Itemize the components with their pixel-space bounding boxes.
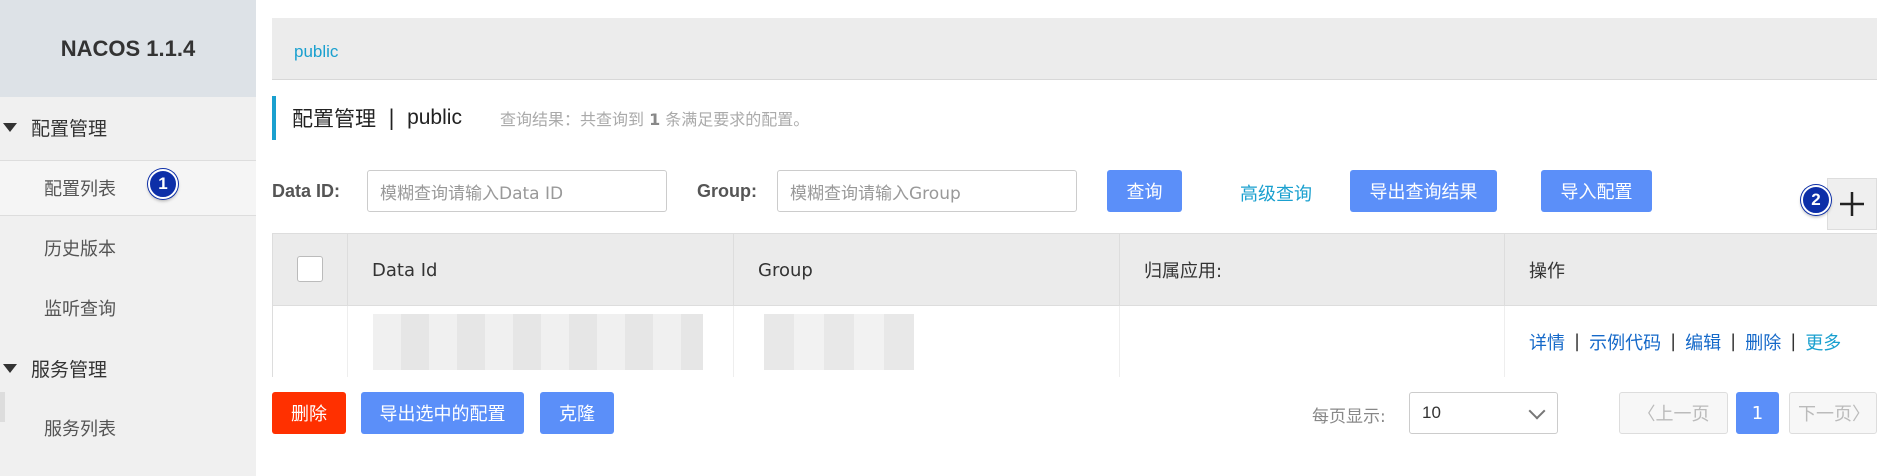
prev-page-label: 上一页 [1655, 404, 1710, 425]
title-namespace: public [407, 106, 462, 129]
action-more[interactable]: 更多 [1805, 329, 1841, 355]
step-badge-2: 2 [1801, 185, 1831, 215]
action-separator: | [1790, 331, 1797, 352]
action-edit[interactable]: 编辑 [1685, 329, 1721, 355]
sidebar: NACOS 1.1.4 配置管理 配置列表 历史版本 监听查询 服务管理 服务列… [0, 0, 256, 476]
data-id-input[interactable]: 模糊查询请输入Data ID [367, 170, 667, 212]
row-actions: 详情 | 示例代码 | 编辑 | 删除 | 更多 [1505, 306, 1841, 377]
action-detail[interactable]: 详情 [1529, 329, 1565, 355]
sidebar-item-listener-query[interactable]: 监听查询 [0, 280, 256, 336]
group-label: Group: [697, 181, 757, 201]
caret-down-icon [3, 363, 17, 373]
sidebar-item-config-list[interactable]: 配置列表 [0, 160, 256, 216]
next-page-label: 下一页 [1798, 404, 1852, 425]
caret-down-icon [3, 122, 17, 132]
action-sample-code[interactable]: 示例代码 [1589, 329, 1661, 355]
column-header-data-id: Data Id [348, 234, 734, 306]
row-select-cell [273, 306, 348, 377]
sidebar-group-label: 服务管理 [31, 358, 108, 381]
page-size-select[interactable]: 10 [1409, 392, 1558, 434]
select-all-cell [273, 234, 348, 306]
table-row: 详情 | 示例代码 | 编辑 | 删除 | 更多 [273, 306, 1877, 377]
namespace-bar: public [272, 18, 1877, 80]
chevron-down-icon [1528, 402, 1546, 420]
next-page-button[interactable]: 下一页 〉 [1789, 392, 1877, 434]
select-all-checkbox[interactable] [297, 256, 323, 282]
page-title-row: 配置管理 | public 查询结果：共查询到 1 条满足要求的配置。 [272, 96, 809, 140]
namespace-link-public[interactable]: public [294, 42, 338, 62]
export-results-button[interactable]: 导出查询结果 [1350, 170, 1497, 212]
summary-suffix: 条满足要求的配置。 [665, 110, 810, 129]
sidebar-group-label: 配置管理 [31, 117, 108, 140]
page-1-button[interactable]: 1 [1736, 392, 1779, 434]
brand-title: NACOS 1.1.4 [0, 0, 256, 97]
redacted-group [764, 314, 914, 370]
column-header-group: Group [734, 234, 1120, 306]
action-delete[interactable]: 删除 [1745, 329, 1781, 355]
export-selected-button[interactable]: 导出选中的配置 [361, 392, 524, 434]
action-separator: | [1574, 331, 1581, 352]
plus-icon [1840, 192, 1864, 216]
summary-count: 1 [649, 110, 661, 129]
chevron-right-icon: 〉 [1852, 404, 1870, 425]
sidebar-item-label: 配置列表 [44, 179, 116, 200]
action-separator: | [1730, 331, 1737, 352]
sidebar-item-label: 历史版本 [44, 239, 116, 260]
config-table: Data Id Group 归属应用: 操作 详情 | 示例代码 | 编辑 | … [272, 233, 1877, 377]
clone-button[interactable]: 克隆 [540, 392, 614, 434]
sidebar-item-service-list[interactable]: 服务列表 [0, 400, 256, 456]
sidebar-item-history[interactable]: 历史版本 [0, 220, 256, 276]
sidebar-group-service-management[interactable]: 服务管理 [0, 338, 256, 398]
delete-button[interactable]: 删除 [272, 392, 346, 434]
query-summary: 查询结果：共查询到 1 条满足要求的配置。 [500, 106, 809, 130]
add-config-button[interactable] [1827, 178, 1877, 230]
query-button[interactable]: 查询 [1107, 170, 1182, 212]
table-header: Data Id Group 归属应用: 操作 [273, 234, 1877, 306]
data-id-cell [348, 306, 734, 377]
page-size-label: 每页显示: [1312, 407, 1386, 427]
sidebar-group-config-management[interactable]: 配置管理 [0, 97, 256, 157]
chevron-left-icon: 〈 [1637, 404, 1656, 425]
page-size-value: 10 [1422, 403, 1441, 422]
summary-prefix: 查询结果：共查询到 [499, 110, 644, 129]
redacted-data-id [373, 314, 703, 370]
column-header-app: 归属应用: [1120, 234, 1505, 306]
sidebar-item-label: 服务列表 [44, 419, 116, 440]
column-header-actions: 操作 [1529, 261, 1565, 282]
advanced-query-link[interactable]: 高级查询 [1240, 180, 1312, 206]
sidebar-item-label: 监听查询 [44, 299, 116, 320]
action-separator: | [1670, 331, 1677, 352]
prev-page-button[interactable]: 〈 上一页 [1619, 392, 1728, 434]
step-badge-1: 1 [148, 169, 178, 199]
app-cell [1120, 306, 1505, 377]
data-id-label: Data ID: [272, 181, 341, 201]
title-separator: | [388, 106, 396, 130]
page-title: 配置管理 [292, 107, 376, 131]
import-config-button[interactable]: 导入配置 [1541, 170, 1652, 212]
group-cell [734, 306, 1120, 377]
group-input[interactable]: 模糊查询请输入Group [777, 170, 1077, 212]
